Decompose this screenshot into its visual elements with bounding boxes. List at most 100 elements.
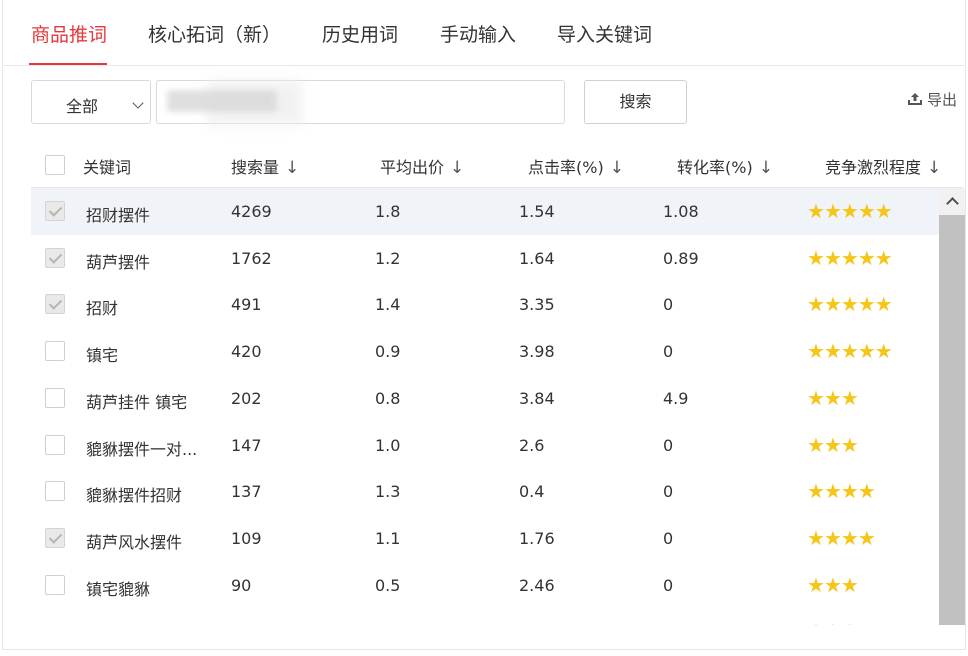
select-all-checkbox[interactable] — [45, 155, 65, 175]
redacted-text — [167, 90, 277, 112]
scroll-up-arrow-icon[interactable] — [939, 188, 965, 214]
cvr-cell: 0 — [663, 342, 674, 362]
star-icon: ★ — [807, 432, 825, 457]
avg-bid-cell: 0.9 — [375, 342, 401, 362]
header-competition[interactable]: 竞争激烈程度 ↓ — [825, 154, 941, 178]
tab-manual-input[interactable]: 手动输入 — [440, 20, 516, 47]
competition-stars: ★★★ — [807, 619, 859, 625]
tab-history[interactable]: 历史用词 — [322, 20, 398, 47]
cvr-cell: 0.89 — [663, 248, 699, 268]
star-icon: ★ — [807, 339, 825, 364]
star-icon: ★ — [840, 479, 859, 504]
tab-import-keywords[interactable]: 导入关键词 — [557, 20, 652, 47]
table-row[interactable]: 镇宅貔貅 90 0.5 2.46 0 ★★★ — [31, 562, 939, 609]
header-avg-bid[interactable]: 平均出价 ↓ — [380, 154, 464, 178]
competition-stars: ★★★★★ — [807, 199, 893, 223]
category-select[interactable]: 全部 — [31, 80, 151, 124]
row-checkbox[interactable] — [45, 527, 65, 548]
row-checkbox[interactable] — [45, 201, 65, 221]
star-icon: ★ — [807, 479, 825, 504]
chevron-down-icon — [132, 97, 144, 109]
row-checkbox[interactable] — [45, 294, 65, 315]
competition-stars: ★★★★★ — [807, 292, 893, 317]
table-row[interactable]: 招财 491 1.4 3.35 0 ★★★★★ — [31, 281, 939, 328]
cvr-cell: 1.08 — [663, 202, 699, 221]
star-icon: ★ — [840, 572, 859, 597]
star-icon: ★ — [857, 199, 876, 223]
star-icon: ★ — [807, 245, 825, 270]
search-volume-cell: 1762 — [231, 248, 272, 268]
avg-bid-cell: 1.4 — [375, 295, 401, 315]
upload-icon — [908, 93, 922, 105]
avg-bid-cell: 0.5 — [375, 575, 401, 595]
row-checkbox[interactable] — [45, 341, 65, 362]
tab-bar: 商品推词 核心拓词（新） 历史用词 手动输入 导入关键词 — [3, 0, 965, 66]
avg-bid-cell: 1.1 — [375, 528, 401, 548]
star-icon: ★ — [807, 572, 825, 597]
table-row[interactable]: 葫芦摆件 1762 1.2 1.64 0.89 ★★★★★ — [31, 235, 939, 282]
sort-arrow-icon: ↓ — [450, 158, 465, 178]
star-icon: ★ — [874, 199, 893, 223]
row-checkbox[interactable] — [45, 247, 65, 268]
star-icon: ★ — [807, 385, 825, 410]
row-checkbox[interactable] — [45, 434, 65, 455]
star-icon: ★ — [874, 339, 893, 364]
table-row[interactable]: 葫芦风水摆件 109 1.1 1.76 0 ★★★★ — [31, 515, 939, 562]
star-icon: ★ — [874, 245, 893, 270]
ctr-cell: 2.6 — [519, 435, 545, 455]
row-checkbox[interactable] — [45, 574, 65, 595]
row-checkbox[interactable] — [45, 481, 65, 502]
search-volume-cell: 109 — [231, 528, 262, 548]
ctr-cell: 3.98 — [519, 342, 555, 362]
keyword-cell: 葫芦风水摆件 — [86, 532, 183, 552]
keyword-cell: 镇宅貔貅 — [86, 579, 151, 599]
keyword-cell: 招财 — [86, 299, 119, 319]
search-volume-cell: 147 — [231, 435, 262, 455]
star-icon: ★ — [857, 245, 876, 270]
star-icon: ★ — [857, 292, 876, 317]
sort-arrow-icon: ↓ — [609, 158, 624, 178]
table-row[interactable]: 貔貅摆件招财 137 1.3 0.4 0 ★★★★ — [31, 468, 939, 515]
search-input[interactable] — [156, 80, 565, 125]
header-ctr[interactable]: 点击率(%) ↓ — [528, 154, 624, 178]
star-icon: ★ — [841, 619, 859, 625]
sort-arrow-icon: ↓ — [927, 158, 942, 178]
search-volume-cell: 491 — [231, 295, 262, 315]
tab-product-recommend[interactable]: 商品推词 — [31, 20, 107, 47]
table-row[interactable]: 招财摆件 4269 1.8 1.54 1.08 ★★★★★ — [31, 188, 939, 235]
star-icon: ★ — [857, 525, 876, 550]
competition-stars: ★★★ — [807, 385, 859, 410]
ctr-cell: 3.84 — [519, 388, 555, 408]
header-cvr[interactable]: 转化率(%) ↓ — [677, 154, 773, 178]
competition-stars: ★★★ — [807, 572, 859, 597]
table-row[interactable]: 貔貅摆件一对... 147 1.0 2.6 0 ★★★ — [31, 422, 939, 469]
star-icon: ★ — [823, 245, 842, 270]
avg-bid-cell: 1.3 — [375, 482, 401, 502]
star-icon: ★ — [840, 339, 859, 364]
star-icon: ★ — [823, 199, 842, 223]
star-icon: ★ — [857, 339, 876, 364]
tab-core-expand[interactable]: 核心拓词（新） — [148, 20, 281, 47]
cvr-cell: 0 — [663, 295, 674, 315]
star-icon: ★ — [840, 525, 859, 550]
competition-stars: ★★★★ — [807, 479, 876, 504]
star-icon: ★ — [840, 292, 859, 317]
vertical-scrollbar[interactable] — [939, 188, 965, 625]
avg-bid-cell: 1.8 — [375, 202, 401, 221]
star-icon: ★ — [823, 432, 842, 457]
export-button[interactable]: 导出 — [907, 89, 957, 110]
scrollbar-thumb[interactable] — [939, 215, 965, 625]
keyword-panel: 商品推词 核心拓词（新） 历史用词 手动输入 导入关键词 全部 搜索 导出 关键… — [2, 0, 966, 650]
cvr-cell: 0 — [663, 482, 674, 502]
star-icon: ★ — [824, 619, 842, 625]
header-search-volume[interactable]: 搜索量 ↓ — [231, 154, 299, 178]
search-button[interactable]: 搜索 — [584, 80, 687, 124]
row-checkbox[interactable] — [45, 387, 65, 408]
table-row[interactable]: 葫芦挂件 镇宅 202 0.8 3.84 4.9 ★★★ — [31, 375, 939, 422]
search-volume-cell: 4269 — [231, 202, 272, 221]
table-row[interactable]: 镇宅 420 0.9 3.98 0 ★★★★★ — [31, 328, 939, 375]
keyword-cell: 貔貅摆件招财 — [86, 486, 183, 506]
keyword-cell: 葫芦挂件 镇宅 — [86, 392, 188, 412]
star-icon: ★ — [823, 525, 842, 550]
ctr-cell: 1.64 — [519, 248, 555, 268]
